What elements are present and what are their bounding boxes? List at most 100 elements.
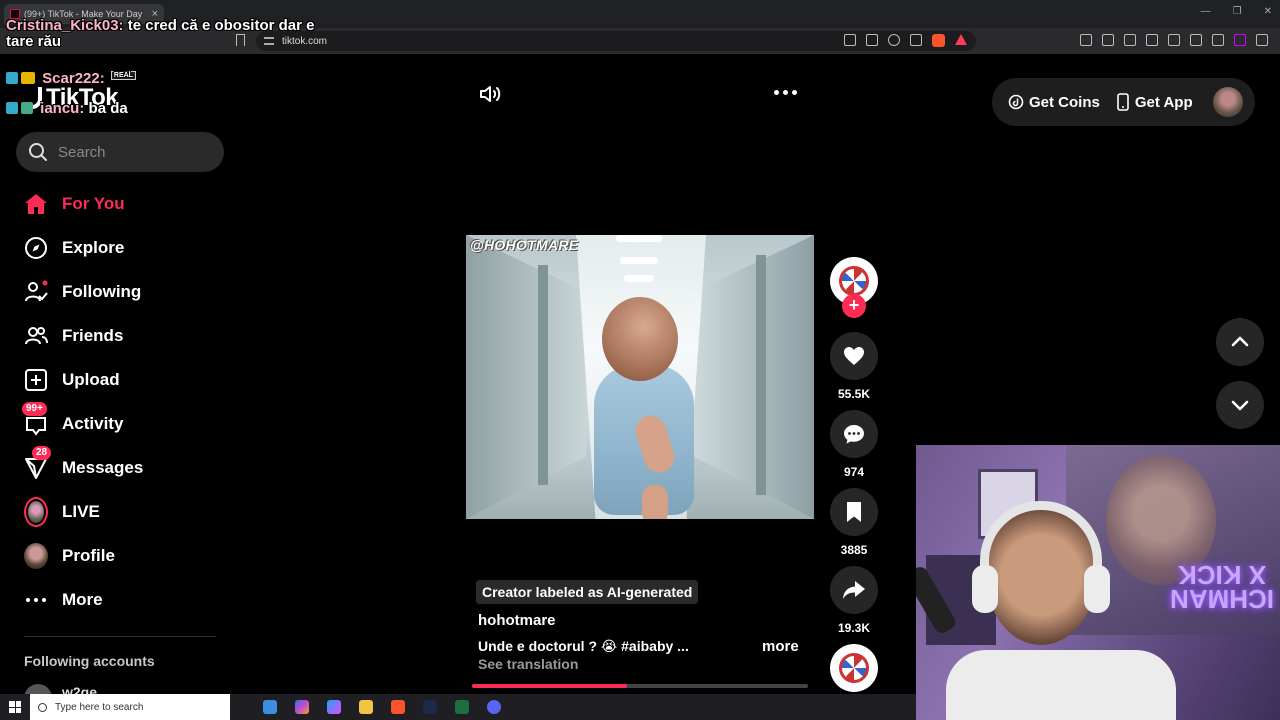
sidebar-item-following[interactable]: Following [16, 270, 224, 314]
sidebar-icon[interactable] [1146, 34, 1158, 46]
baby-head [602, 297, 678, 381]
translate-icon[interactable] [844, 34, 856, 46]
sidebar-nav: For You Explore Following Friends Upload… [16, 182, 224, 622]
chat-username: Cristina_Kick03: [6, 17, 124, 34]
sidebar-divider [24, 636, 216, 637]
task-view-icon[interactable] [260, 697, 280, 717]
next-video-button[interactable] [1216, 381, 1264, 429]
sidebar-item-more[interactable]: More [16, 578, 224, 622]
vpn-icon[interactable] [1212, 34, 1224, 46]
friends-icon [24, 324, 48, 348]
sub-badge-icon [21, 102, 33, 114]
music-icon[interactable] [1124, 34, 1136, 46]
sidebar-item-label: Upload [62, 370, 120, 389]
chat-text: ba da [88, 100, 128, 117]
taskbar-apps [260, 697, 504, 717]
search-icon [38, 702, 47, 712]
maximize-icon[interactable]: ❐ [1233, 6, 1242, 17]
phone-icon [1117, 93, 1129, 111]
brave-rewards-icon[interactable] [955, 34, 967, 45]
comment-icon [844, 425, 864, 444]
video-progress-fill [472, 684, 627, 688]
video-progress-bar[interactable] [472, 684, 808, 688]
ceiling-light [624, 275, 654, 282]
avatar[interactable] [1212, 87, 1243, 117]
brave-icon[interactable] [388, 697, 408, 717]
save-count: 3885 [840, 543, 868, 557]
dot-icon [783, 90, 788, 95]
mod-badge-icon [6, 102, 18, 114]
volume-button[interactable] [478, 82, 502, 106]
sidebar-item-upload[interactable]: Upload [16, 358, 224, 402]
video-watermark: @HOHOTMARE [470, 237, 579, 253]
start-button[interactable] [0, 694, 30, 720]
like-button[interactable] [830, 332, 878, 380]
minimize-icon[interactable]: — [1201, 6, 1211, 17]
screenshot-icon[interactable] [1102, 34, 1114, 46]
get-coins-label: Get Coins [1029, 93, 1100, 111]
profile-ext-icon[interactable] [1234, 34, 1246, 46]
compass-icon [24, 236, 48, 260]
ai-generated-label: Creator labeled as AI-generated [476, 580, 699, 604]
share-button[interactable] [830, 566, 878, 614]
sidebar-item-explore[interactable]: Explore [16, 226, 224, 270]
video-caption: Unde e doctorul ? 😭 #aibaby ... [478, 638, 689, 654]
top-right-actions: Get Coins Get App [992, 78, 1255, 126]
search-icon [29, 143, 47, 161]
taskbar: Type here to search [0, 694, 916, 720]
previous-video-button[interactable] [1216, 318, 1264, 366]
windows-icon [9, 701, 21, 713]
copilot-icon[interactable] [292, 697, 312, 717]
extensions-icon[interactable] [1080, 34, 1092, 46]
get-app-button[interactable]: Get App [1116, 93, 1193, 111]
sidebar-item-profile[interactable]: Profile [16, 534, 224, 578]
coin-icon [1008, 94, 1024, 110]
taskbar-search[interactable]: Type here to search [30, 694, 230, 720]
wallet-icon[interactable] [1168, 34, 1180, 46]
sidebar-item-live[interactable]: LIVE [16, 490, 224, 534]
get-coins-button[interactable]: Get Coins [1008, 94, 1100, 111]
activity-badge: 99+ [22, 402, 47, 416]
discord-icon[interactable] [484, 697, 504, 717]
video-options-button[interactable] [774, 90, 797, 95]
sidebar-item-messages[interactable]: 28 Messages [16, 446, 224, 490]
menu-icon[interactable] [1256, 34, 1268, 46]
sidebar-item-label: Activity [62, 414, 124, 433]
cast-icon[interactable] [866, 34, 878, 46]
comment-button[interactable] [830, 410, 878, 458]
following-icon [24, 280, 48, 304]
caption-more-button[interactable]: more [762, 638, 799, 655]
sidebar-item-label: Profile [62, 546, 115, 565]
brave-shields-icon[interactable] [932, 34, 945, 47]
leo-icon[interactable] [1190, 34, 1202, 46]
video-player[interactable] [466, 235, 814, 519]
copilot-app-icon[interactable] [324, 697, 344, 717]
more-dots-icon [24, 588, 48, 612]
sound-disc-button[interactable] [830, 644, 878, 692]
share-icon [843, 581, 865, 599]
follow-button[interactable]: + [842, 294, 866, 318]
address-bar-icons [844, 34, 967, 47]
steam-icon[interactable] [420, 697, 440, 717]
search-box[interactable] [16, 132, 224, 172]
excel-icon[interactable] [452, 697, 472, 717]
chat-message: Scar222: REAL [6, 70, 136, 87]
sidebar-item-label: Friends [62, 326, 124, 345]
save-button[interactable] [830, 488, 878, 536]
share-icon[interactable] [910, 34, 922, 46]
sidebar-item-activity[interactable]: 99+ Activity [16, 402, 224, 446]
webcam-overlay: ICHMAN X KICK [916, 445, 1280, 720]
mod-badge-icon [6, 72, 18, 84]
close-window-icon[interactable]: ✕ [1264, 6, 1272, 17]
sidebar-item-label: Following [62, 282, 142, 301]
video-author[interactable]: hohotmare [478, 612, 556, 629]
streamer-shirt [946, 650, 1176, 720]
file-explorer-icon[interactable] [356, 697, 376, 717]
sidebar-item-for-you[interactable]: For You [16, 182, 224, 226]
sidebar-item-friends[interactable]: Friends [16, 314, 224, 358]
zoom-icon[interactable] [888, 34, 900, 46]
see-translation-link[interactable]: See translation [478, 656, 578, 672]
search-input[interactable] [58, 143, 208, 161]
video-frame-wall [466, 235, 586, 519]
window-controls: — ❐ ✕ [1201, 6, 1272, 17]
